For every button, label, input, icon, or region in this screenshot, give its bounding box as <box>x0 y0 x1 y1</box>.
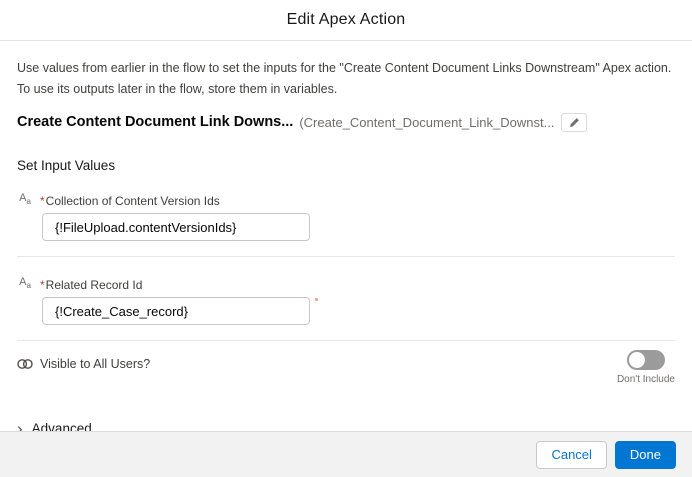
action-api-name: (Create_Content_Document_Link_Downst... <box>299 114 555 130</box>
input-field-row: Aa *Collection of Content Version Ids <box>17 192 675 242</box>
toggle-knob <box>628 352 645 369</box>
visible-to-all-users-row: Visible to All Users? Don't Include <box>17 350 675 385</box>
field-label: *Related Record Id <box>40 278 143 293</box>
toggle-type-icon <box>17 359 33 370</box>
edit-apex-action-modal: Edit Apex Action Use values from earlier… <box>0 0 692 477</box>
intro-text: Use values from earlier in the flow to s… <box>17 61 672 96</box>
modal-header: Edit Apex Action <box>0 0 692 41</box>
text-type-icon: Aa <box>19 276 31 291</box>
modal-body: Use values from earlier in the flow to s… <box>0 58 692 437</box>
page-title: Edit Apex Action <box>286 11 406 28</box>
section-title: Set Input Values <box>17 158 116 173</box>
input-field-row: Aa *Related Record Id <box>17 276 675 326</box>
action-header-row: Create Content Document Link Downs... (C… <box>17 111 675 133</box>
cancel-button[interactable]: Cancel <box>536 440 607 469</box>
toggle-state-label: Don't Include <box>616 374 675 386</box>
divider <box>17 340 675 342</box>
done-button[interactable]: Done <box>614 440 676 469</box>
toggle-label: Visible to All Users? <box>40 357 151 372</box>
text-type-icon: Aa <box>19 192 31 207</box>
required-asterisk: * <box>40 194 45 209</box>
edit-name-button[interactable] <box>561 112 588 132</box>
related-record-id-input[interactable] <box>42 297 310 326</box>
artifact-dot <box>315 298 318 301</box>
field-label: *Collection of Content Version Ids <box>40 194 220 209</box>
modal-footer: Cancel Done <box>0 431 692 477</box>
required-asterisk: * <box>40 278 45 293</box>
visible-to-all-users-toggle[interactable] <box>626 350 665 371</box>
content-version-ids-input[interactable] <box>42 213 310 242</box>
divider <box>17 256 675 258</box>
action-name: Create Content Document Link Downs... <box>17 114 294 130</box>
pencil-icon <box>569 117 580 128</box>
